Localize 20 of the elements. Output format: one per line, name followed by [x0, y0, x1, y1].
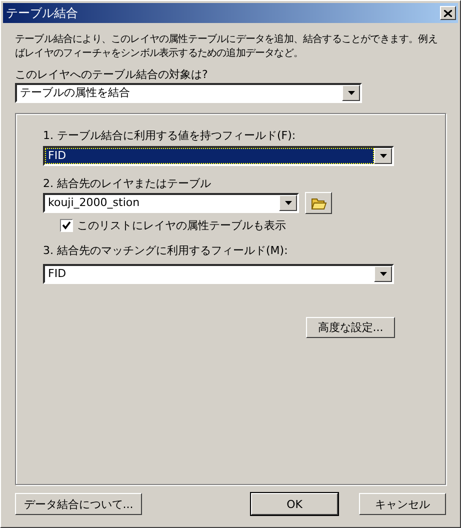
dialog-button[interactable]: キャンセル — [359, 493, 446, 515]
match-field-dropdown[interactable]: FID — [43, 264, 394, 284]
advanced-settings-button[interactable]: 高度な設定... — [306, 317, 395, 338]
target-label: このレイヤへのテーブル結合の対象は? — [15, 67, 209, 83]
window-title: テーブル結合 — [6, 4, 78, 22]
open-folder-button[interactable] — [305, 192, 332, 214]
checkbox-label: このリストにレイヤの属性テーブルも表示 — [77, 218, 286, 233]
join-table-dropdown[interactable]: kouji_2000_stion — [43, 193, 299, 213]
close-icon — [444, 10, 452, 16]
folder-icon — [310, 196, 326, 210]
checkbox[interactable] — [60, 219, 73, 232]
dialog-button[interactable]: データ結合について... — [15, 493, 142, 515]
join-field-dropdown[interactable]: FID — [43, 146, 394, 166]
join-table-label: 2. 結合先のレイヤまたはテーブル — [43, 176, 212, 192]
dialog-button[interactable]: OK — [251, 493, 338, 515]
description-text: テーブル結合により、このレイヤの属性テーブルにデータを追加、結合することができます。例えばレイヤのフィーチャをシンボル表示するための追加データなど。 — [15, 33, 438, 61]
close-button[interactable] — [440, 6, 456, 20]
join-field-label: 1. テーブル結合に利用する値を持つフィールド(F): — [43, 128, 297, 144]
match-field-label: 3. 結合先のマッチングに利用するフィールド(M): — [43, 243, 289, 259]
target-dropdown[interactable]: テーブルの属性を結合 — [15, 83, 362, 103]
